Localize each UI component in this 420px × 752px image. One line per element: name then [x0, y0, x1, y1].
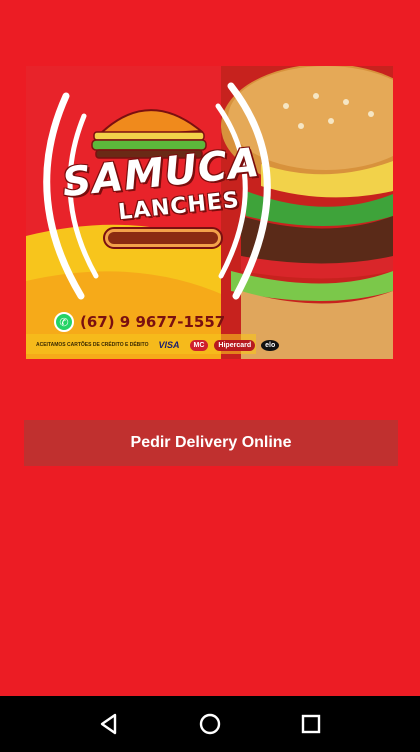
- mastercard-logo: MC: [189, 339, 209, 351]
- hotdog-icon: [103, 227, 223, 249]
- order-delivery-button[interactable]: Pedir Delivery Online: [24, 420, 398, 466]
- nav-recents-button[interactable]: [291, 704, 331, 744]
- recents-icon: [302, 714, 321, 734]
- hipercard-logo: Hipercard: [214, 339, 256, 351]
- elo-logo: elo: [261, 339, 280, 351]
- restaurant-banner: SAMUCA LANCHES ✆ (67) 9 9677-1557 ACEITA…: [26, 66, 393, 359]
- visa-logo: VISA: [158, 340, 180, 350]
- cards-note: ACEITAMOS CARTÕES DE CRÉDITO E DÉBITO: [36, 342, 149, 348]
- phone-row: ✆ (67) 9 9677-1557: [54, 312, 225, 332]
- android-navbar: [0, 696, 420, 752]
- home-icon: [199, 713, 221, 735]
- back-icon: [100, 713, 116, 735]
- whatsapp-icon: ✆: [54, 312, 74, 332]
- payment-methods: ACEITAMOS CARTÕES DE CRÉDITO E DÉBITO VI…: [36, 338, 280, 352]
- nav-back-button[interactable]: [89, 704, 129, 744]
- phone-number: (67) 9 9677-1557: [80, 313, 226, 331]
- nav-home-button[interactable]: [190, 704, 230, 744]
